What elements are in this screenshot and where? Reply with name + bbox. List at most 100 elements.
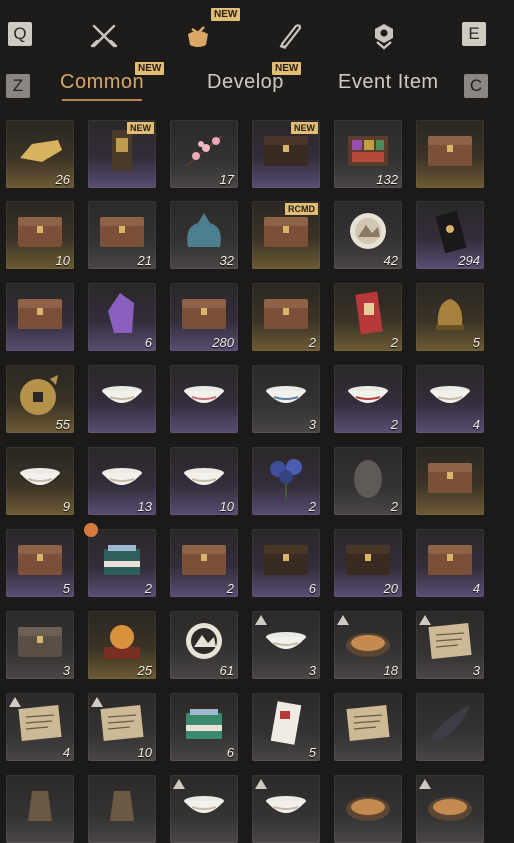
inventory-slot[interactable]: 55 xyxy=(6,365,74,433)
floral-bowl-icon xyxy=(176,371,232,419)
horn-icon xyxy=(422,699,478,747)
inventory-slot[interactable]: 2 xyxy=(252,283,320,351)
inventory-slot[interactable]: 3 xyxy=(252,611,320,679)
painted-bowl-icon xyxy=(258,371,314,419)
blue-flower-icon xyxy=(258,453,314,501)
inventory-slot[interactable]: 2 xyxy=(252,447,320,515)
item-quantity: 4 xyxy=(62,745,70,760)
inventory-slot[interactable] xyxy=(6,283,74,351)
inventory-slot[interactable]: 2 xyxy=(170,529,238,597)
inventory-slot[interactable]: 18 xyxy=(334,611,402,679)
inventory-slot[interactable]: 4 xyxy=(6,693,74,761)
item-quantity: 4 xyxy=(472,581,480,596)
inventory-slot[interactable]: 13 xyxy=(88,447,156,515)
inventory-slot[interactable]: 10 xyxy=(170,447,238,515)
item-quantity: 5 xyxy=(472,335,480,350)
inventory-slot[interactable]: 2 xyxy=(88,529,156,597)
item-quantity: 2 xyxy=(308,499,316,514)
item-quantity: 3 xyxy=(308,663,316,678)
inventory-slot[interactable] xyxy=(334,693,402,761)
inventory-slot[interactable]: 10 xyxy=(6,201,74,269)
ornate-chest-icon xyxy=(422,535,478,583)
inventory-slot[interactable]: 17 xyxy=(170,120,238,188)
inventory-slot[interactable]: 26 xyxy=(6,120,74,188)
wooden-chest-icon xyxy=(94,207,150,255)
wooden-chest-icon xyxy=(12,289,68,337)
item-quantity: 3 xyxy=(472,663,480,678)
type-mark-icon xyxy=(90,695,104,709)
inventory-slot[interactable]: 3 xyxy=(416,611,484,679)
inventory-slot[interactable] xyxy=(416,775,484,843)
inventory-slot[interactable]: RCMD xyxy=(252,201,320,269)
inventory-slot[interactable]: 5 xyxy=(416,283,484,351)
inventory-slot[interactable]: NEW xyxy=(88,120,156,188)
inventory-slot[interactable]: 20 xyxy=(334,529,402,597)
inventory-slot[interactable]: 21 xyxy=(88,201,156,269)
gift-box-icon xyxy=(94,535,150,583)
inventory-slot[interactable]: 6 xyxy=(252,529,320,597)
item-quantity: 9 xyxy=(62,499,70,514)
inventory-slot[interactable] xyxy=(252,775,320,843)
inventory-slot[interactable]: 6 xyxy=(170,693,238,761)
inventory-slot[interactable]: 10 xyxy=(88,693,156,761)
inventory-slot[interactable]: 42 xyxy=(334,201,402,269)
item-quantity: 21 xyxy=(137,253,152,268)
ancient-coin-icon xyxy=(12,371,68,419)
inventory-slot[interactable] xyxy=(6,775,74,843)
type-mark-icon xyxy=(418,613,432,627)
type-mark-icon xyxy=(254,613,268,627)
lidded-bowl-icon xyxy=(12,453,68,501)
item-quantity: 6 xyxy=(308,581,316,596)
inventory-slot[interactable]: 280 xyxy=(170,283,238,351)
item-quantity: 10 xyxy=(137,745,152,760)
white-bowl-icon xyxy=(422,371,478,419)
item-quantity: 17 xyxy=(219,172,234,187)
inventory-slot[interactable]: 32 xyxy=(170,201,238,269)
inventory-slot[interactable]: 4 xyxy=(416,529,484,597)
inventory-slot[interactable] xyxy=(416,120,484,188)
item-quantity: 2 xyxy=(390,417,398,432)
item-quantity: 42 xyxy=(383,253,398,268)
inventory-slot[interactable] xyxy=(170,365,238,433)
mountain-seal-icon xyxy=(176,617,232,665)
inventory-slot[interactable]: NEW xyxy=(252,120,320,188)
rooster-bowl-icon xyxy=(340,371,396,419)
inventory-slot[interactable]: 5 xyxy=(252,693,320,761)
black-card-icon xyxy=(422,207,478,255)
inventory-slot[interactable]: 2 xyxy=(334,283,402,351)
inventory-slot[interactable]: 6 xyxy=(88,283,156,351)
inventory-slot[interactable] xyxy=(416,447,484,515)
inventory-slot[interactable]: 9 xyxy=(6,447,74,515)
inventory-slot[interactable] xyxy=(88,365,156,433)
inventory-slot[interactable]: 3 xyxy=(6,611,74,679)
pastry-box-icon xyxy=(176,699,232,747)
item-quantity: 2 xyxy=(390,335,398,350)
item-quantity: 10 xyxy=(55,253,70,268)
inventory-slot[interactable]: 4 xyxy=(416,365,484,433)
clock-icon xyxy=(84,523,98,537)
amethyst-icon xyxy=(94,289,150,337)
iron-chest-icon xyxy=(12,617,68,665)
inventory-slot[interactable] xyxy=(416,693,484,761)
carved-chest-icon xyxy=(176,289,232,337)
item-quantity: 2 xyxy=(390,499,398,514)
inventory-slot[interactable]: 2 xyxy=(334,447,402,515)
item-quantity: 2 xyxy=(308,335,316,350)
pot-icon xyxy=(94,781,150,829)
inventory-slot[interactable]: 3 xyxy=(252,365,320,433)
inventory-slot[interactable] xyxy=(334,775,402,843)
inventory-slot[interactable]: 5 xyxy=(6,529,74,597)
inventory-slot[interactable]: 25 xyxy=(88,611,156,679)
inventory-slot[interactable] xyxy=(170,775,238,843)
wooden-chest-icon xyxy=(176,535,232,583)
inventory-slot[interactable]: 132 xyxy=(334,120,402,188)
inventory-slot[interactable]: 2 xyxy=(334,365,402,433)
item-quantity: 2 xyxy=(226,581,234,596)
orb-pedestal-icon xyxy=(94,617,150,665)
item-quantity: 32 xyxy=(219,253,234,268)
inventory-slot[interactable] xyxy=(88,775,156,843)
type-mark-icon xyxy=(172,777,186,791)
item-quantity: 61 xyxy=(219,663,234,678)
inventory-slot[interactable]: 294 xyxy=(416,201,484,269)
inventory-slot[interactable]: 61 xyxy=(170,611,238,679)
